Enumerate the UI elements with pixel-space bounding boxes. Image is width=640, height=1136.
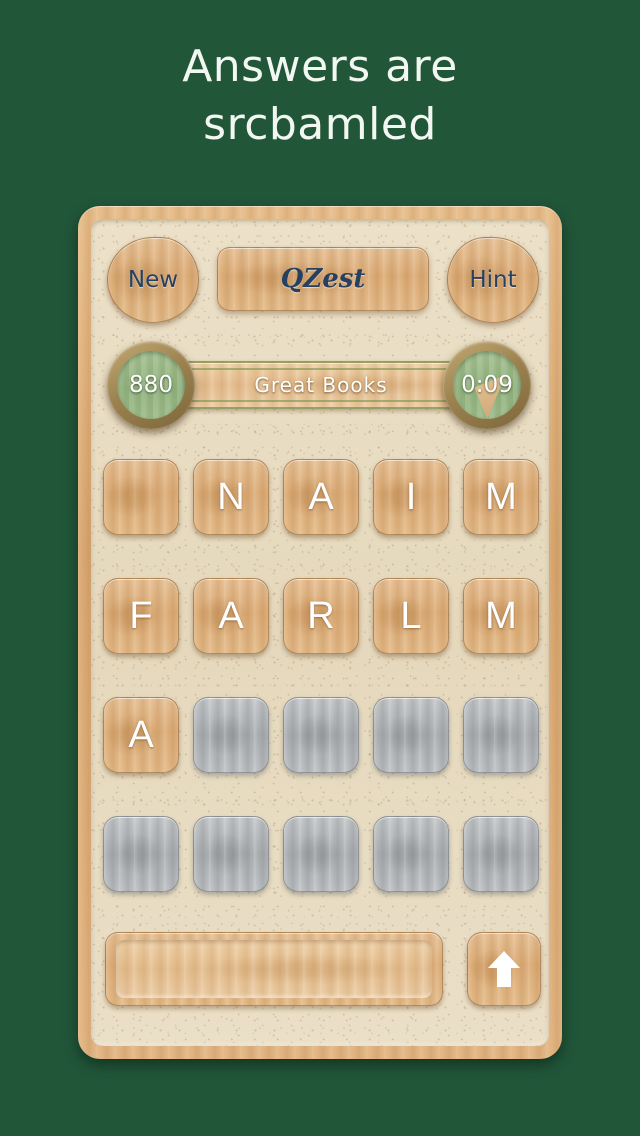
- answer-row: [105, 928, 541, 1010]
- status-bar: Great Books 880 0:09: [107, 341, 531, 429]
- letter-tile[interactable]: R: [283, 578, 359, 654]
- timer-dial: 0:09: [443, 341, 531, 429]
- game-board: New QZest Hint Great Books 880 0:09 N A …: [78, 206, 562, 1059]
- app-title-button[interactable]: QZest: [217, 247, 429, 311]
- letter-tile[interactable]: L: [373, 578, 449, 654]
- letter-grid: NAIMFARLMA: [103, 459, 539, 892]
- letter-tile-locked: [193, 697, 269, 773]
- hint-button[interactable]: Hint: [447, 237, 539, 323]
- category-label: Great Books: [254, 373, 388, 397]
- timer-dial-face: 0:09: [453, 351, 521, 419]
- letter-tile[interactable]: F: [103, 578, 179, 654]
- score-dial-face: 880: [117, 351, 185, 419]
- letter-tile-locked: [373, 697, 449, 773]
- category-plaque: Great Books: [177, 361, 465, 409]
- timer-value: 0:09: [461, 372, 513, 398]
- letter-tile[interactable]: A: [103, 697, 179, 773]
- board-panel: New QZest Hint Great Books 880 0:09 N A …: [91, 219, 549, 1046]
- score-value: 880: [129, 372, 173, 398]
- toolbar: New QZest Hint: [107, 233, 539, 325]
- letter-tile-locked: [193, 816, 269, 892]
- new-game-label: New: [127, 267, 179, 293]
- letter-tile-locked: [373, 816, 449, 892]
- submit-button[interactable]: [467, 932, 541, 1006]
- hint-label: Hint: [469, 267, 517, 293]
- letter-tile-locked: [283, 697, 359, 773]
- letter-tile-locked: [463, 697, 539, 773]
- answer-input-value: [116, 940, 432, 998]
- letter-tile-locked: [283, 816, 359, 892]
- answer-input[interactable]: [105, 932, 443, 1006]
- page-title: Answers are srcbamled: [0, 38, 640, 154]
- arrow-up-icon: [488, 951, 520, 987]
- new-game-button[interactable]: New: [107, 237, 199, 323]
- headline-line-1: Answers are: [182, 41, 458, 92]
- letter-tile-locked: [103, 816, 179, 892]
- letter-tile-locked: [463, 816, 539, 892]
- letter-tile[interactable]: M: [463, 578, 539, 654]
- letter-tile[interactable]: A: [193, 578, 269, 654]
- letter-tile[interactable]: [103, 459, 179, 535]
- letter-tile[interactable]: A: [283, 459, 359, 535]
- app-title-label: QZest: [280, 264, 366, 294]
- letter-tile[interactable]: N: [193, 459, 269, 535]
- letter-tile[interactable]: I: [373, 459, 449, 535]
- letter-tile[interactable]: M: [463, 459, 539, 535]
- headline-line-2: srcbamled: [203, 99, 437, 150]
- score-dial: 880: [107, 341, 195, 429]
